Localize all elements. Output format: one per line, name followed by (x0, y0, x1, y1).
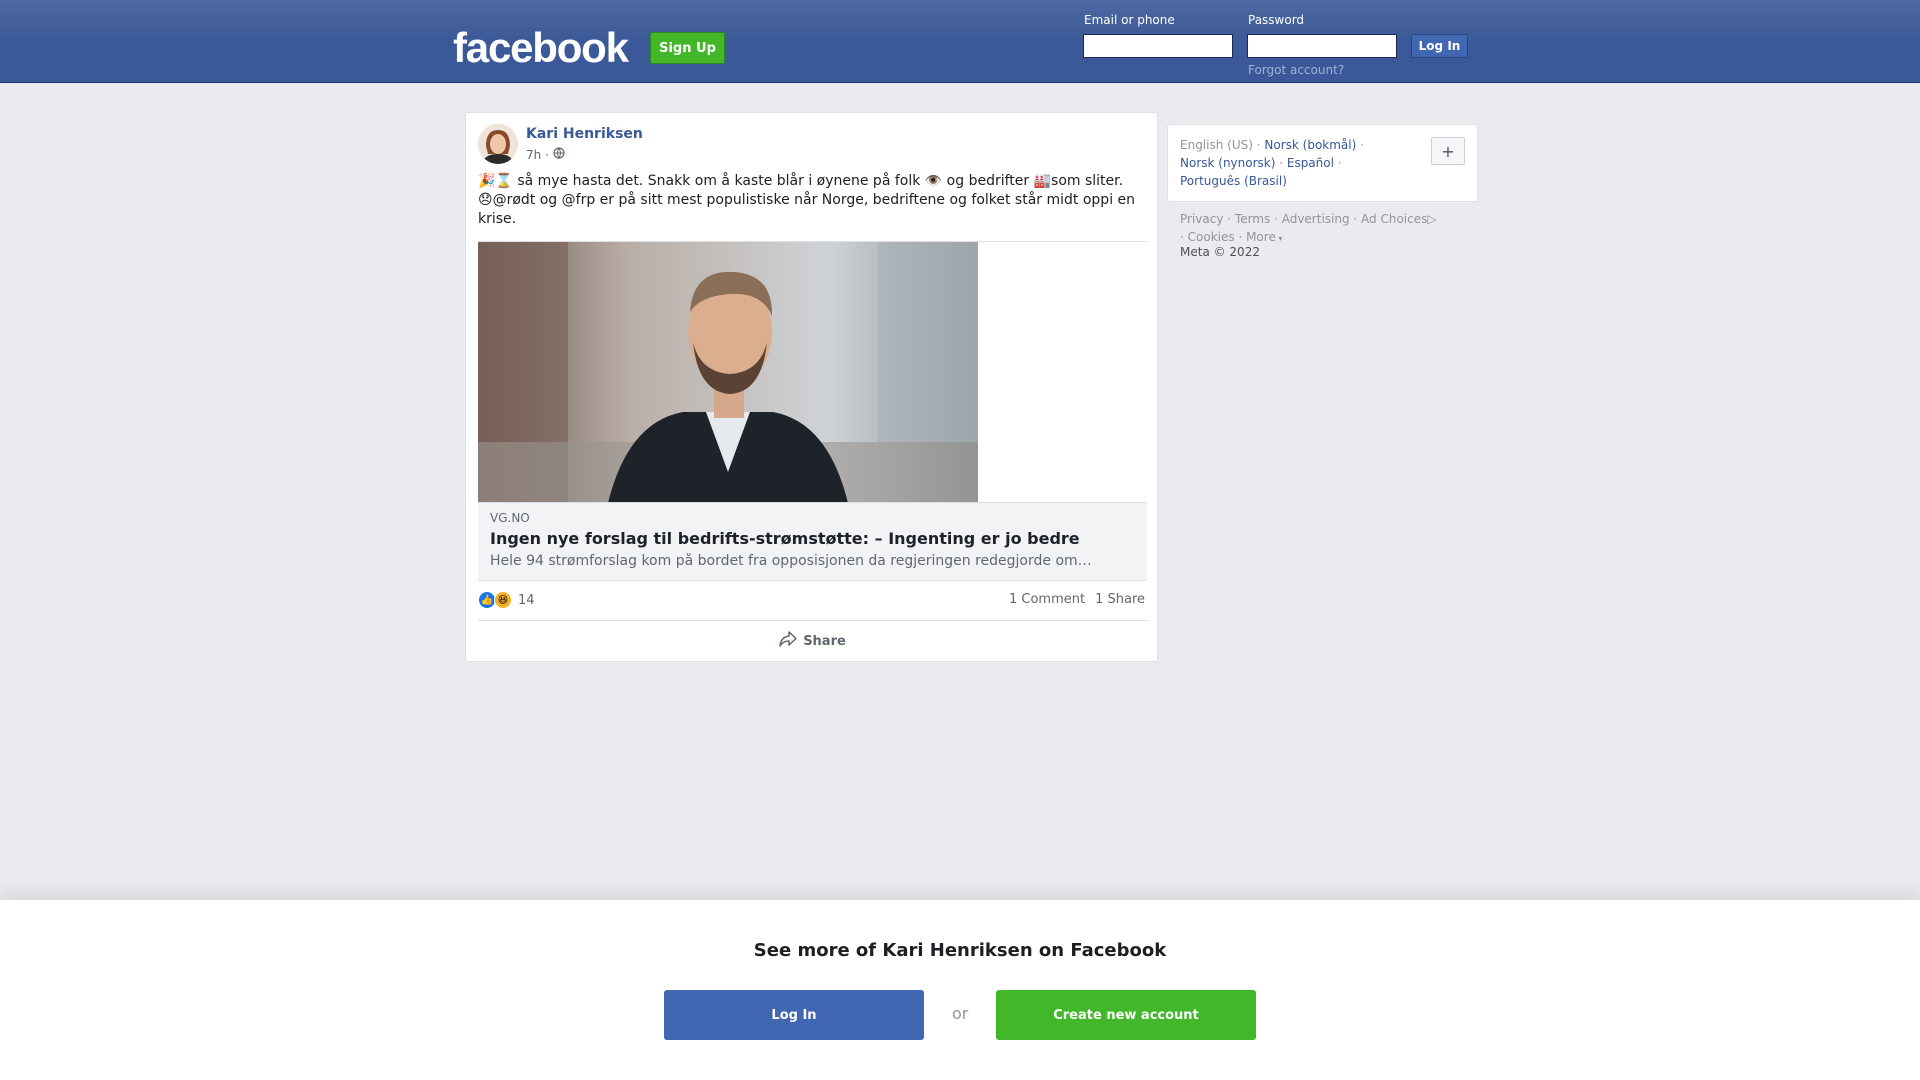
password-field[interactable] (1247, 34, 1397, 58)
footer-link-terms[interactable]: Terms (1235, 212, 1270, 226)
share-button[interactable]: Share (478, 621, 1147, 661)
comment-count[interactable]: 1 Comment (1009, 592, 1085, 607)
globe-icon (553, 147, 565, 162)
reaction-count: 14 (518, 592, 535, 608)
language-selector-box: English (US) · Norsk (bokmål) · Norsk (n… (1167, 124, 1478, 202)
current-language: English (US) (1180, 138, 1253, 152)
footer-links: Privacy · Terms · Advertising · Ad Choic… (1180, 212, 1437, 244)
caret-down-icon: ▾ (1275, 234, 1283, 243)
language-link[interactable]: Español (1287, 156, 1334, 170)
post-author[interactable]: Kari Henriksen (526, 126, 643, 142)
ad-choices-icon: ▷ (1427, 212, 1437, 226)
language-list: English (US) · Norsk (bokmål) · Norsk (n… (1180, 138, 1364, 188)
email-field[interactable] (1083, 34, 1233, 58)
language-link[interactable]: Norsk (bokmål) (1264, 138, 1356, 152)
language-link[interactable]: Norsk (nynorsk) (1180, 156, 1275, 170)
language-link[interactable]: Português (Brasil) (1180, 174, 1287, 188)
post-text-line: 🎉⌛ så mye hasta det. Snakk om å kaste bl… (478, 173, 1124, 189)
link-preview[interactable]: VG.NO Ingen nye forslag til bedrifts-str… (478, 502, 1147, 581)
banner-title: See more of Kari Henriksen on Facebook (753, 940, 1167, 961)
post-meta: 7h · (526, 147, 565, 162)
facebook-logo[interactable]: facebook (453, 24, 629, 72)
separator: · (545, 147, 550, 162)
banner-or-text: or (952, 1004, 969, 1023)
link-description: Hele 94 strømforslag kom på bordet fra o… (490, 553, 1092, 569)
password-label: Password (1248, 13, 1305, 27)
create-account-button[interactable]: Create new account (996, 990, 1256, 1040)
link-domain: VG.NO (490, 511, 530, 525)
footer-link-advertising[interactable]: Advertising (1282, 212, 1350, 226)
reactions-summary[interactable]: 👍 😆 14 (478, 591, 535, 609)
copyright: Meta © 2022 (1180, 245, 1260, 259)
more-languages-button[interactable]: + (1431, 137, 1465, 165)
post-time[interactable]: 7h (526, 148, 541, 162)
post-card: Kari Henriksen 7h · 🎉⌛ så mye hasta det.… (465, 112, 1158, 662)
engagement-counts: 1 Comment 1 Share (1009, 592, 1145, 607)
footer-link-privacy[interactable]: Privacy (1180, 212, 1223, 226)
email-label: Email or phone (1084, 13, 1175, 27)
footer-link-more[interactable]: More (1246, 230, 1276, 244)
plus-icon: + (1441, 141, 1455, 161)
login-button[interactable]: Log In (1411, 34, 1468, 58)
top-navbar: facebook Sign Up Email or phone Password… (0, 0, 1920, 83)
share-label: Share (803, 633, 846, 649)
footer-link-ad-choices[interactable]: Ad Choices (1361, 212, 1427, 226)
post-text: 🎉⌛ så mye hasta det. Snakk om å kaste bl… (478, 172, 1148, 229)
footer-link-cookies[interactable]: Cookies (1188, 230, 1235, 244)
share-icon (779, 631, 797, 651)
login-prompt-banner: See more of Kari Henriksen on Facebook L… (0, 900, 1920, 1080)
forgot-account-link[interactable]: Forgot account? (1248, 63, 1344, 77)
share-count[interactable]: 1 Share (1095, 592, 1145, 607)
signup-button[interactable]: Sign Up (650, 32, 725, 64)
article-photo (478, 242, 978, 503)
avatar[interactable] (478, 124, 518, 164)
post-text-line: 😞@rødt og @frp er på sitt mest populisti… (478, 192, 1136, 227)
link-preview-image[interactable] (478, 241, 1147, 503)
haha-reaction-icon: 😆 (494, 591, 512, 609)
banner-login-button[interactable]: Log In (664, 990, 924, 1040)
link-headline[interactable]: Ingen nye forslag til bedrifts-strømstøt… (490, 529, 1080, 548)
